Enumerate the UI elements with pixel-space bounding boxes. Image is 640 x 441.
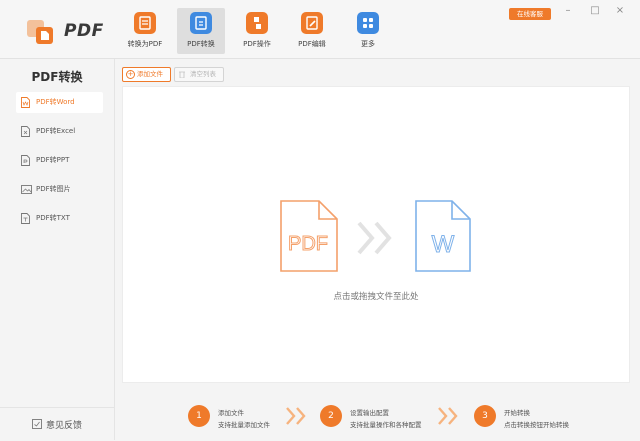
step-1-number: 1 [188,405,210,427]
pdf-document-label: PDF [288,233,328,255]
top-toolbar: PDF 转换为PDF PDF转换 PDF操作 PDF编辑 更多 在线客服 – □ [0,0,640,59]
sidebar-item-label: PDF转TXT [36,214,70,222]
add-file-label: 添加文件 [137,70,163,78]
word-document-label: W [432,231,455,258]
tool-pdf-operations[interactable]: PDF操作 [233,8,281,54]
ppt-file-icon [21,155,30,166]
step-2-title: 设置输出配置 [350,409,389,417]
sidebar-item-pdf-to-word[interactable]: PDF转Word [16,92,103,113]
feedback-label: 意见反馈 [46,421,83,431]
tool-more[interactable]: 更多 [344,8,392,54]
conversion-steps: 1 添加文件 支持批量添加文件 2 设置输出配置 支持批量操作和各种配置 3 开… [115,395,640,440]
clear-list-button[interactable]: 清空列表 [174,67,224,82]
word-file-icon [21,97,30,108]
feedback-icon [32,419,42,429]
app-logo-icon [27,20,53,44]
sidebar-item-pdf-to-excel[interactable]: PDF转Excel [16,121,103,142]
step-1-desc: 支持批量添加文件 [218,421,270,429]
step-3-desc: 点击转换按钮开始转换 [504,421,569,429]
txt-file-icon [21,213,30,224]
tool-label: PDF转换 [187,40,215,48]
step-arrow-icon [438,407,458,425]
step-arrow-icon [286,407,306,425]
sidebar-item-pdf-to-ppt[interactable]: PDF转PPT [16,150,103,171]
pdf-operations-icon [246,12,268,34]
tool-label: PDF操作 [243,40,271,48]
add-file-button[interactable]: + 添加文件 [122,67,171,82]
double-chevron-right-icon [357,221,392,255]
online-support-button[interactable]: 在线客服 [509,8,551,20]
pdf-document-icon: PDF [280,200,338,272]
word-document-icon: W [415,200,471,272]
close-button[interactable]: × [614,5,626,16]
tool-pdf-convert[interactable]: PDF转换 [177,8,225,54]
pdf-edit-icon [301,12,323,34]
trash-icon [179,71,185,78]
pdf-convert-icon [190,12,212,34]
step-2-number: 2 [320,405,342,427]
sidebar-item-label: PDF转PPT [36,156,70,164]
convert-to-pdf-icon [134,12,156,34]
sidebar-item-pdf-to-txt[interactable]: PDF转TXT [16,208,103,229]
tool-convert-to-pdf[interactable]: 转换为PDF [121,8,169,54]
step-3-number: 3 [474,405,496,427]
plus-circle-icon: + [126,70,135,79]
minimize-button[interactable]: – [562,5,574,16]
sidebar-item-label: PDF转Excel [36,127,76,135]
maximize-button[interactable]: □ [589,5,601,16]
step-3-title: 开始转换 [504,409,530,417]
step-1-title: 添加文件 [218,409,244,417]
app-logo-text: PDF [64,21,104,41]
sidebar: PDF转换 PDF转Word PDF转Excel PDF转PPT PDF转图片 … [0,59,115,440]
clear-list-label: 清空列表 [190,70,216,78]
step-2-desc: 支持批量操作和各种配置 [350,421,422,429]
file-drop-zone[interactable]: PDF W 点击或拖拽文件至此处 [122,86,630,383]
sidebar-item-pdf-to-image[interactable]: PDF转图片 [16,179,103,200]
tool-label: 更多 [361,40,375,48]
tool-label: 转换为PDF [127,40,163,48]
tool-pdf-edit[interactable]: PDF编辑 [288,8,336,54]
excel-file-icon [21,126,30,137]
sidebar-item-label: PDF转图片 [36,185,71,193]
more-grid-icon [357,12,379,34]
image-file-icon [21,185,32,194]
feedback-button[interactable]: 意见反馈 [0,407,114,441]
tool-label: PDF编辑 [298,40,326,48]
sidebar-title: PDF转换 [31,70,83,84]
drop-hint-text: 点击或拖拽文件至此处 [333,292,419,302]
sidebar-item-label: PDF转Word [36,98,75,106]
